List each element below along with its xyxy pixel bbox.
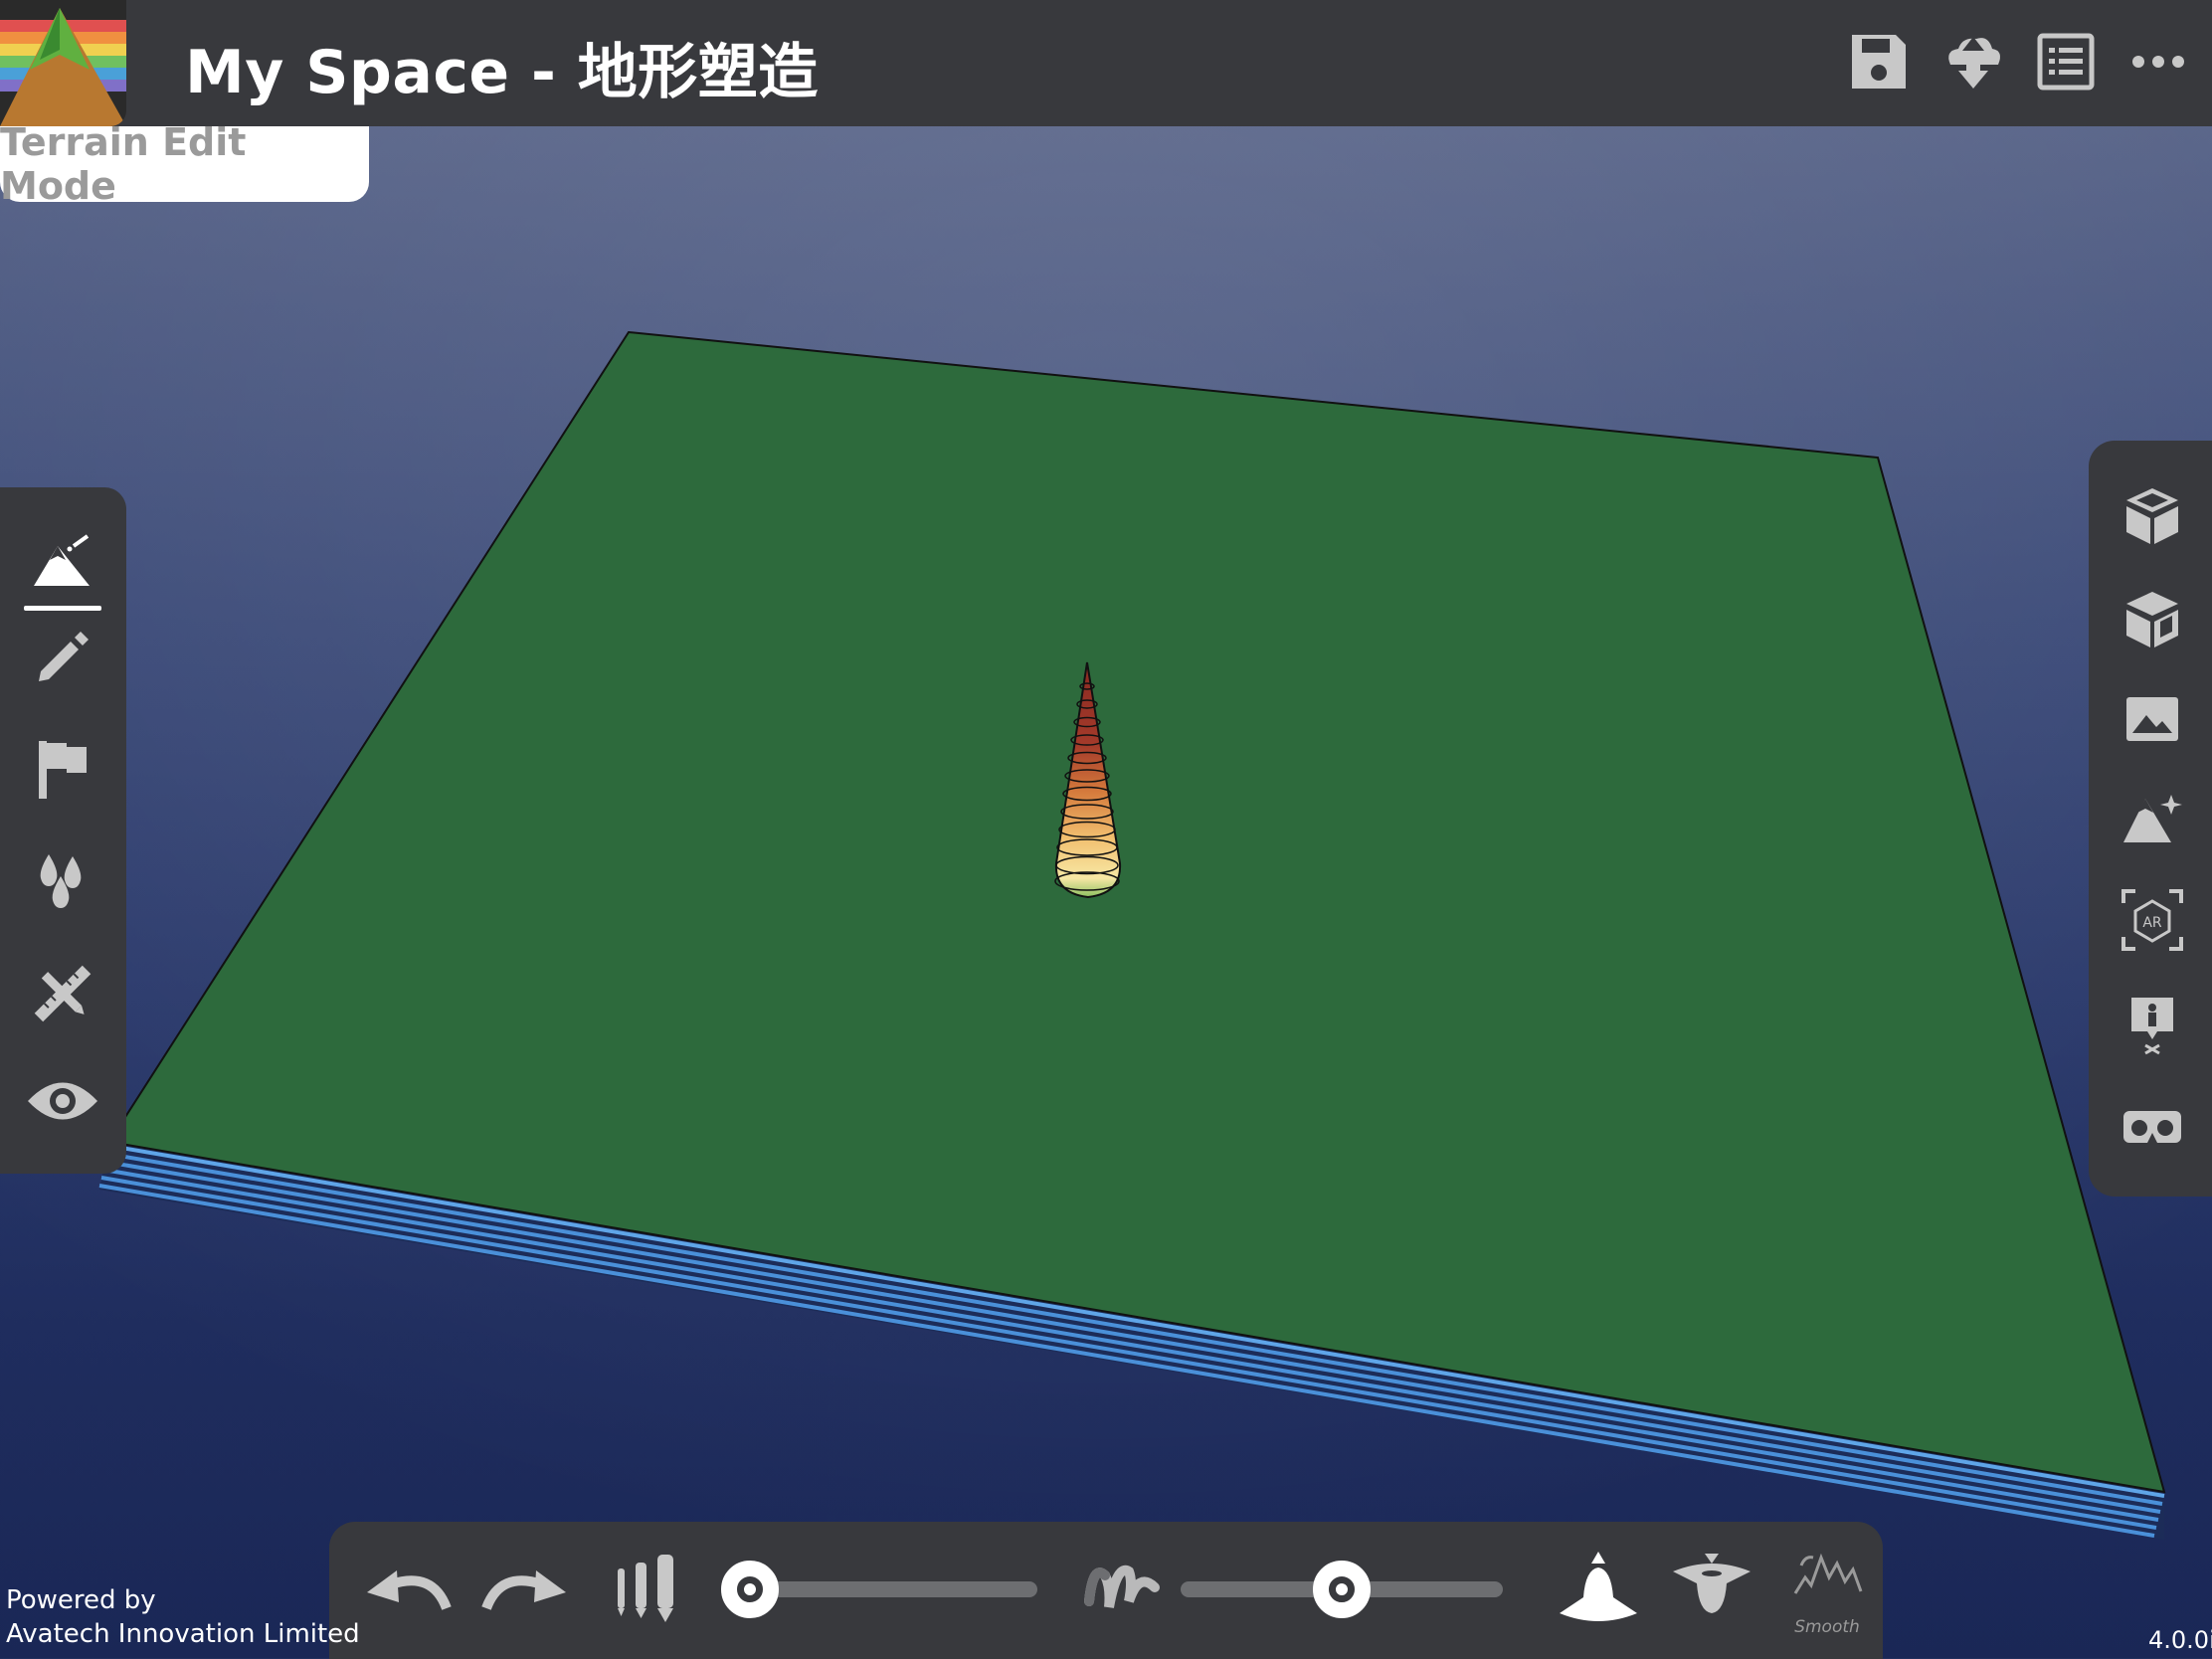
right-toolbar: AR [2089,441,2212,1197]
tool-terrain-sculpt[interactable] [18,519,107,611]
lower-terrain-button[interactable] [1662,1542,1761,1637]
cube-side-icon [2122,588,2182,655]
more-dots-icon [2128,52,2188,76]
brush-size-thumb[interactable] [721,1561,780,1618]
undo-icon [363,1563,455,1616]
left-toolbar [0,487,126,1174]
page-title: My Space - 地形塑造 [185,38,819,107]
terrain-viewport[interactable] [0,0,2212,1659]
brush-strength-icon [1083,1558,1165,1621]
import-export-button[interactable] [1939,30,2007,97]
tool-vr[interactable] [2111,1087,2194,1171]
version-label: 4.0.0i [2148,1626,2212,1654]
eye-icon [26,1078,99,1128]
cloud-transfer-icon [1940,29,2006,98]
redo-button[interactable] [474,1542,574,1637]
tool-terrain-magic[interactable] [2111,779,2194,862]
person-pin-icon [2125,992,2179,1059]
pencil-icon [33,626,92,689]
tool-water[interactable] [18,837,107,927]
smooth-label: Smooth [1794,1617,1860,1637]
raise-terrain-icon [1556,1548,1641,1631]
lower-terrain-icon [1669,1548,1754,1631]
redo-icon [478,1563,570,1616]
smooth-terrain-icon [1791,1548,1865,1601]
brush-strength-button[interactable] [1079,1542,1169,1637]
tool-flag[interactable] [18,726,107,816]
landscape-image-icon [2124,695,2180,747]
app-logo-icon[interactable] [0,0,126,126]
tool-image-landscape[interactable] [2111,679,2194,763]
save-button[interactable] [1845,30,1913,97]
tool-person-view[interactable] [2111,984,2194,1067]
mode-badge: Terrain Edit Mode [0,120,369,208]
more-button[interactable] [2124,30,2192,97]
ar-frame-icon: AR [2120,887,2185,957]
cube-top-icon [2122,484,2182,552]
flag-icon [33,737,92,805]
tool-view[interactable] [18,1058,107,1148]
powered-by-line2: Avatech Innovation Limited [6,1619,360,1649]
tool-pencil[interactable] [18,613,107,702]
top-bar: My Space - 地形塑造 [0,0,2212,126]
mountain-sparkle-icon [2121,791,2183,850]
brush-strength-thumb[interactable] [1313,1561,1371,1618]
bottom-toolbar: Smooth [329,1522,1883,1659]
brush-size-icon [614,1551,679,1628]
list-button[interactable] [2032,30,2100,97]
svg-text:AR: AR [2142,915,2162,931]
brush-size-button[interactable] [610,1542,683,1637]
tool-box-side[interactable] [2111,580,2194,663]
tool-measure[interactable] [18,951,107,1040]
powered-by-credit: Powered by Avatech Innovation Limited [6,1583,360,1651]
floppy-disk-icon [1848,31,1910,96]
smooth-button[interactable]: Smooth [1777,1542,1877,1637]
water-drops-icon [35,848,91,916]
ruler-pencil-icon [33,964,92,1027]
tool-ar[interactable]: AR [2111,880,2194,964]
undo-button[interactable] [359,1542,459,1637]
raise-terrain-button[interactable] [1549,1542,1648,1637]
tool-box-top[interactable] [2111,476,2194,560]
vr-goggles-icon [2121,1109,2183,1149]
mountain-sculpt-icon [30,532,95,596]
list-icon [2036,32,2096,95]
powered-by-line1: Powered by [6,1585,156,1615]
